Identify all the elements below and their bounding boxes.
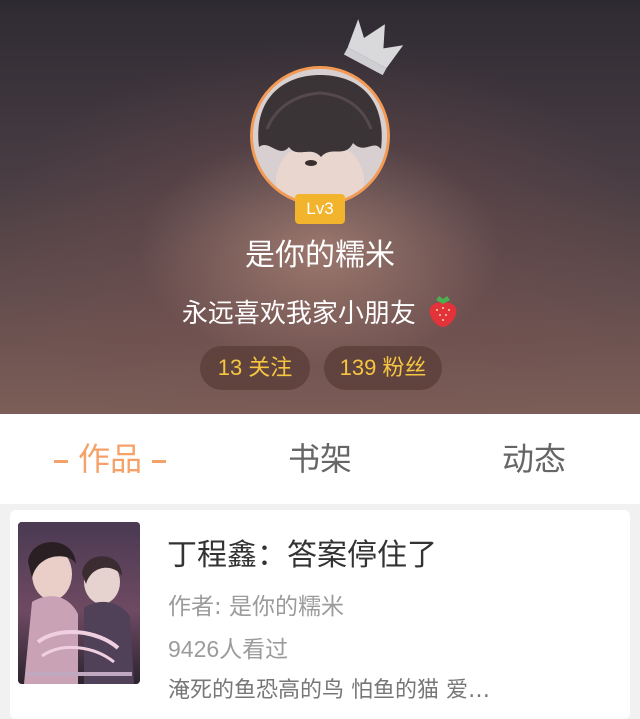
level-badge: Lv3 xyxy=(295,194,345,224)
work-description: 淹死的鱼恐高的鸟 怕鱼的猫 爱… xyxy=(168,678,490,703)
tab-activity[interactable]: 动态 xyxy=(464,414,604,504)
follow-count-button[interactable]: 13 关注 xyxy=(200,346,310,390)
fans-count: 139 xyxy=(339,355,377,380)
work-views: 9426人看过 xyxy=(168,632,288,667)
tab-works-label: 作品 xyxy=(77,440,142,478)
tab-activity-label: 动态 xyxy=(501,440,566,478)
tab-bookshelf-label: 书架 xyxy=(287,440,352,478)
work-author: 作者: 是你的糯米 xyxy=(168,594,345,620)
active-tab-indicator-left xyxy=(53,459,68,463)
work-title[interactable]: 丁程鑫：答案停住了 xyxy=(167,534,437,578)
active-tab-indicator-right xyxy=(152,459,166,463)
work-card[interactable]: 丁程鑫：答案停住了 作者: 是你的糯米 9426人看过 淹死的鱼恐高的鸟 怕鱼的… xyxy=(10,510,630,719)
work-views-suffix: 人看过 xyxy=(219,637,289,663)
avatar[interactable] xyxy=(250,66,390,206)
tab-works[interactable]: 作品 xyxy=(30,414,190,504)
profile-header: Lv3 是你的糯米 永远喜欢我家小朋友 13 关注 139 粉丝 xyxy=(0,0,640,414)
signature-text: 永远喜欢我家小朋友 xyxy=(181,299,416,329)
fans-label: 粉丝 xyxy=(382,356,427,381)
user-signature: 永远喜欢我家小朋友 xyxy=(0,294,640,334)
user-nickname: 是你的糯米 xyxy=(245,238,395,273)
book-cover[interactable] xyxy=(18,522,140,684)
strawberry-icon xyxy=(429,296,457,327)
follow-label: 关注 xyxy=(248,356,293,381)
follow-count: 13 xyxy=(217,355,243,380)
work-views-count: 9426 xyxy=(168,636,220,662)
profile-tabs: 作品 书架 动态 xyxy=(0,414,640,504)
crown-icon xyxy=(343,19,404,76)
fans-count-button[interactable]: 139 粉丝 xyxy=(324,346,442,390)
tab-bookshelf[interactable]: 书架 xyxy=(250,414,390,504)
